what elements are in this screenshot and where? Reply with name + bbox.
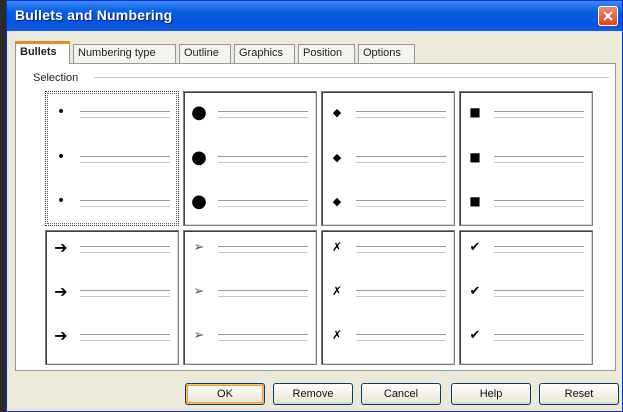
selection-label: Selection — [33, 72, 83, 84]
cancel-button[interactable]: Cancel — [361, 383, 441, 405]
square-bullet-icon: ■ — [469, 150, 481, 164]
square-bullet-icon: ■ — [469, 105, 481, 119]
help-button[interactable]: Help — [451, 383, 531, 405]
small-dot-bullet-icon: • — [56, 104, 66, 120]
tab-graphics[interactable]: Graphics — [234, 44, 295, 63]
arrow-bullet-icon: ➔ — [54, 237, 68, 257]
bullet-style-square[interactable]: ■ ■ ■ — [459, 91, 593, 226]
bullet-style-checkmark[interactable]: ✔ ✔ ✔ — [459, 230, 593, 365]
tab-options[interactable]: Options — [358, 44, 415, 63]
bullet-style-arrow[interactable]: ➔ ➔ ➔ — [45, 230, 179, 365]
checkmark-bullet-icon: ✔ — [469, 327, 481, 343]
arrowhead-bullet-icon: ➢ — [193, 327, 205, 343]
arrow-bullet-icon: ➔ — [54, 281, 68, 301]
ok-button[interactable]: OK — [185, 383, 265, 405]
arrow-bullet-icon: ➔ — [54, 325, 68, 345]
bullet-style-arrowhead[interactable]: ➢ ➢ ➢ — [183, 230, 317, 365]
tab-graphics-label: Graphics — [239, 47, 284, 59]
dialog-title: Bullets and Numbering — [15, 7, 173, 23]
bullet-style-small-dot[interactable]: • • • — [45, 91, 179, 226]
diamond-bullet-icon: ◆ — [332, 150, 342, 164]
bullet-style-cross[interactable]: ✗ ✗ ✗ — [321, 230, 455, 365]
arrowhead-bullet-icon: ➢ — [193, 239, 205, 255]
tab-bullets-label: Bullets — [20, 46, 57, 58]
tab-outline[interactable]: Outline — [179, 44, 231, 63]
cross-bullet-icon: ✗ — [331, 240, 343, 254]
small-dot-bullet-icon: • — [56, 193, 66, 209]
tab-numbering-type-label: Numbering type — [78, 47, 156, 59]
tab-position-label: Position — [303, 47, 343, 59]
bullet-style-diamond[interactable]: ◆ ◆ ◆ — [321, 91, 455, 226]
reset-button[interactable]: Reset — [539, 383, 619, 405]
dialog-titlebar[interactable]: Bullets and Numbering — [7, 1, 622, 31]
large-dot-bullet-icon: ● — [191, 101, 207, 123]
tab-numbering-type[interactable]: Numbering type — [73, 44, 176, 63]
square-bullet-icon: ■ — [469, 194, 481, 208]
tab-outline-label: Outline — [184, 47, 219, 59]
tab-position[interactable]: Position — [298, 44, 355, 63]
large-dot-bullet-icon: ● — [191, 190, 207, 212]
selection-divider — [94, 77, 609, 78]
large-dot-bullet-icon: ● — [191, 146, 207, 168]
bullet-style-large-dot[interactable]: ● ● ● — [183, 91, 317, 226]
bullets-and-numbering-dialog: Bullets and Numbering Bullets Numbering … — [6, 0, 623, 412]
remove-button[interactable]: Remove — [273, 383, 353, 405]
tab-options-label: Options — [363, 47, 401, 59]
diamond-bullet-icon: ◆ — [332, 105, 342, 119]
cross-bullet-icon: ✗ — [331, 284, 343, 298]
tab-bullets[interactable]: Bullets — [15, 41, 70, 64]
bullets-tab-panel: Selection • • • ● ● ● ◆ ◆ ◆ ■ ■ ■ ➔ ➔ ➔ … — [15, 63, 616, 371]
close-icon — [603, 11, 613, 21]
cross-bullet-icon: ✗ — [331, 328, 343, 342]
diamond-bullet-icon: ◆ — [332, 194, 342, 208]
arrowhead-bullet-icon: ➢ — [193, 283, 205, 299]
checkmark-bullet-icon: ✔ — [469, 283, 481, 299]
small-dot-bullet-icon: • — [56, 149, 66, 165]
checkmark-bullet-icon: ✔ — [469, 239, 481, 255]
close-button[interactable] — [598, 6, 618, 26]
